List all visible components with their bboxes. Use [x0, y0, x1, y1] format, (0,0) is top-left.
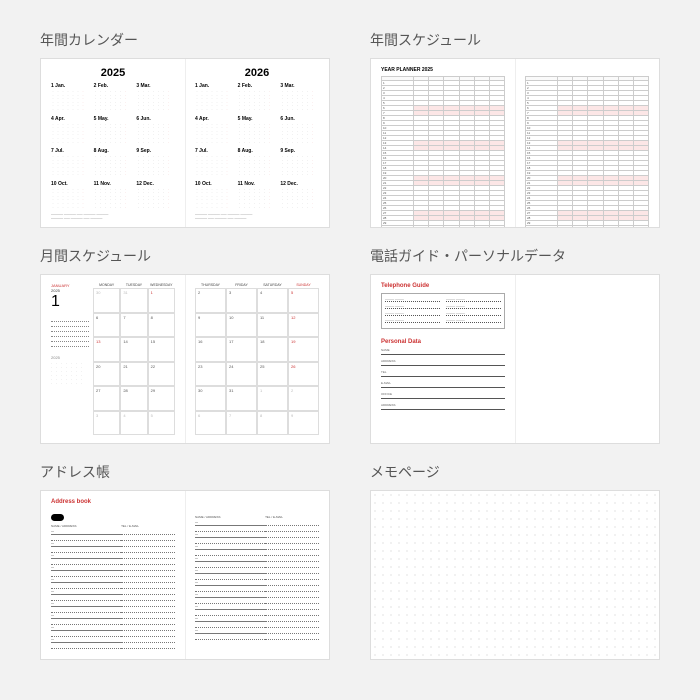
planner-page-left: YEAR PLANNER 2025 1234567891011121314151… — [371, 59, 515, 227]
section-label: 年間カレンダー — [40, 30, 330, 50]
yearcal-footnote: ———— ———— —— ———— ———————— —— ———— —— ——… — [195, 213, 319, 221]
section-label: 月間スケジュール — [40, 246, 330, 266]
dot-grid — [515, 491, 659, 659]
section-label: 年間スケジュール — [370, 30, 660, 50]
section-label: アドレス帳 — [40, 462, 330, 482]
month-grid-left: 30311678131415202122272829345 — [93, 288, 175, 435]
planner-table-left: 1234567891011121314151617181920212223242… — [381, 76, 505, 228]
address-page-left: Address book NAME / ADDRESS TEL / E-MAIL… — [41, 491, 185, 659]
planner-page-right: 1234567891011121314151617181920212223242… — [515, 59, 659, 227]
month-notes-area — [51, 317, 89, 347]
yearcal-year-left: 2025 — [51, 67, 175, 79]
section-label: メモページ — [370, 462, 660, 482]
spread-telephone-personal: Telephone Guide ——— —————— —————— ——————… — [370, 274, 660, 444]
planner-title-spacer — [525, 67, 649, 73]
address-book-title: Address book — [51, 499, 175, 505]
month-number: 1 — [51, 293, 89, 311]
memo-page-right — [515, 491, 659, 659]
section-monthly-schedule: 月間スケジュール JANUARY 2025 1 2025 — [40, 246, 330, 444]
personal-data-fields: NAMEADDRESSTELE-MAILOFFICEADDRESS — [381, 348, 505, 410]
weekday-header-left: MONDAYTUESDAYWEDNESDAY — [93, 283, 175, 287]
address-head-right: TEL / E-MAIL — [121, 524, 175, 528]
address-index-tab — [51, 514, 64, 521]
planner-table-right: 1234567891011121314151617181920212223242… — [525, 76, 649, 228]
months-grid-left: 1 Jan.··································… — [51, 83, 175, 209]
section-memo: メモページ — [370, 462, 660, 660]
layout-grid: 年間カレンダー 2025 1 Jan.·····················… — [40, 30, 660, 660]
dot-grid — [371, 491, 515, 659]
spread-address-book: Address book NAME / ADDRESS TEL / E-MAIL… — [40, 490, 330, 660]
section-yearly-calendar: 年間カレンダー 2025 1 Jan.·····················… — [40, 30, 330, 228]
yearcal-footnote: ———— ———— —— ———— ———————— —— ———— —— ——… — [51, 213, 175, 221]
spread-yearly-schedule: YEAR PLANNER 2025 1234567891011121314151… — [370, 58, 660, 228]
address-rows-left: —————————— — [51, 529, 175, 649]
monthly-page-left: JANUARY 2025 1 2025 ····················… — [41, 275, 185, 443]
yearcal-page-right: 2026 1 Jan.·····························… — [185, 59, 329, 227]
planner-title: YEAR PLANNER 2025 — [381, 67, 505, 73]
mini-calendar: 2025 ···································… — [51, 355, 89, 385]
spread-yearly-calendar: 2025 1 Jan.·····························… — [40, 58, 330, 228]
tel-pd-page-left: Telephone Guide ——— —————— —————— ——————… — [371, 275, 515, 443]
month-header: JANUARY 2025 — [51, 283, 89, 293]
telephone-guide-title: Telephone Guide — [381, 283, 505, 289]
section-address-book: アドレス帳 Address book NAME / ADDRESS TEL / … — [40, 462, 330, 660]
personal-data-title: Personal Data — [381, 339, 505, 345]
weekday-header-right: THURSDAYFRIDAYSATURDAYSUNDAY — [195, 283, 319, 287]
yearcal-page-left: 2025 1 Jan.·····························… — [41, 59, 185, 227]
spread-monthly: JANUARY 2025 1 2025 ····················… — [40, 274, 330, 444]
yearcal-year-right: 2026 — [195, 67, 319, 79]
section-telephone-personal: 電話ガイド・パーソナルデータ Telephone Guide ——— —————… — [370, 246, 660, 444]
mini-cal-title: 2025 — [51, 355, 89, 360]
telephone-guide-box: ——— —————— —————— —————— ——— ——— —————— … — [381, 293, 505, 329]
month-grid-right: 2345910111216171819232425263031126789 — [195, 288, 319, 435]
months-grid-right: 1 Jan.··································… — [195, 83, 319, 209]
memo-page-left — [371, 491, 515, 659]
address-page-right: NAME / ADDRESS TEL / E-MAIL —————————— — [185, 491, 329, 659]
address-head-left: NAME / ADDRESS — [51, 524, 121, 528]
address-head-left: NAME / ADDRESS — [195, 515, 265, 519]
address-head-right: TEL / E-MAIL — [265, 515, 319, 519]
section-label: 電話ガイド・パーソナルデータ — [370, 246, 660, 266]
spread-memo — [370, 490, 660, 660]
address-col-headers: NAME / ADDRESS TEL / E-MAIL — [195, 515, 319, 519]
section-yearly-schedule: 年間スケジュール YEAR PLANNER 2025 1234567891011… — [370, 30, 660, 228]
address-rows-right: —————————— — [195, 520, 319, 640]
monthly-page-right: THURSDAYFRIDAYSATURDAYSUNDAY 23459101112… — [185, 275, 329, 443]
address-col-headers: NAME / ADDRESS TEL / E-MAIL — [51, 524, 175, 528]
tel-pd-page-right — [515, 275, 659, 443]
